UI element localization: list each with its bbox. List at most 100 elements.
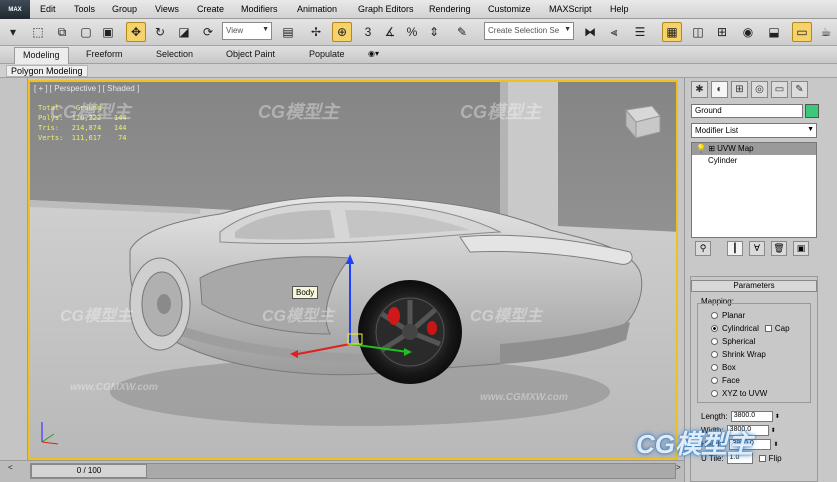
- menu-create[interactable]: Create: [197, 4, 224, 14]
- mirror-icon[interactable]: ⧓: [580, 22, 600, 42]
- parameters-rollout-header[interactable]: Parameters: [691, 280, 817, 292]
- tab-selection[interactable]: Selection: [156, 49, 193, 59]
- menu-maxscript[interactable]: MAXScript: [549, 4, 592, 14]
- edit-named-selection-icon[interactable]: ✎: [452, 22, 472, 42]
- stack-item-cylinder[interactable]: Cylinder: [692, 155, 816, 167]
- radio-shrink-wrap[interactable]: Shrink Wrap: [711, 350, 766, 359]
- polygon-modeling-panel[interactable]: Polygon Modeling: [6, 65, 88, 77]
- menu-customize[interactable]: Customize: [488, 4, 531, 14]
- viewport-label[interactable]: [ + ] [ Perspective ] [ Shaded ]: [34, 84, 139, 93]
- radio-button[interactable]: [711, 351, 718, 358]
- create-panel-icon[interactable]: ✱: [691, 81, 708, 98]
- percent-snap-icon[interactable]: %: [402, 22, 422, 42]
- lightbulb-icon[interactable]: 💡: [696, 144, 706, 153]
- app-logo[interactable]: MAX: [0, 0, 30, 19]
- length-input[interactable]: 3800.0: [730, 411, 773, 422]
- radio-box[interactable]: Box: [711, 363, 736, 372]
- radio-button[interactable]: [711, 312, 718, 319]
- utilities-panel-icon[interactable]: ✎: [791, 81, 808, 98]
- radio-button[interactable]: [711, 377, 718, 384]
- object-name-field[interactable]: Ground: [691, 104, 803, 118]
- radio-planar[interactable]: Planar: [711, 311, 745, 320]
- keyboard-shortcut-override-icon[interactable]: ⊕: [332, 22, 352, 42]
- object-color-swatch[interactable]: [805, 104, 819, 118]
- chevron-down-icon: ▼: [262, 26, 269, 33]
- radio-button[interactable]: [711, 338, 718, 345]
- radio-button[interactable]: [711, 364, 718, 371]
- menu-group[interactable]: Group: [112, 4, 137, 14]
- radio-button[interactable]: [711, 325, 718, 332]
- menu-views[interactable]: Views: [155, 4, 179, 14]
- radio-xyz-to-uvw[interactable]: XYZ to UVW: [711, 389, 767, 398]
- layer-manager-icon[interactable]: ☰: [630, 22, 650, 42]
- time-prev-icon[interactable]: <: [8, 463, 13, 472]
- time-slider-thumb[interactable]: 0 / 100: [31, 464, 147, 478]
- window-crossing-icon[interactable]: ▣: [98, 22, 118, 42]
- time-next-icon[interactable]: >: [676, 463, 681, 472]
- ribbon-options-icon[interactable]: ◉▾: [368, 49, 379, 58]
- select-manipulate-icon[interactable]: ✢: [306, 22, 326, 42]
- snap-3d-icon[interactable]: 3: [358, 22, 378, 42]
- pin-stack-icon[interactable]: ⚲: [695, 241, 711, 256]
- render-production-icon[interactable]: ☕: [816, 22, 836, 42]
- curve-editor-icon[interactable]: ◫: [688, 22, 708, 42]
- perspective-viewport[interactable]: [ + ] [ Perspective ] [ Shaded ] Total G…: [28, 80, 678, 460]
- rendered-frame-window-icon[interactable]: ▭: [792, 22, 812, 42]
- pivot-center-icon[interactable]: ▤: [278, 22, 298, 42]
- menu-help[interactable]: Help: [610, 4, 629, 14]
- select-place-icon[interactable]: ⟳: [198, 22, 218, 42]
- chevron-down-icon: ▼: [807, 126, 814, 133]
- tab-freeform[interactable]: Freeform: [86, 49, 123, 59]
- radio-button[interactable]: [711, 390, 718, 397]
- time-slider[interactable]: 0 / 100: [30, 463, 676, 479]
- tab-modeling[interactable]: Modeling: [14, 47, 69, 64]
- menu-rendering[interactable]: Rendering: [429, 4, 471, 14]
- radio-label: Cylindrical: [722, 324, 759, 333]
- modify-panel-icon[interactable]: ◐: [711, 81, 728, 98]
- named-selection-set-dropdown[interactable]: Create Selection Se ▼: [484, 22, 574, 40]
- rotate-icon[interactable]: ↻: [150, 22, 170, 42]
- material-editor-icon[interactable]: ◉: [738, 22, 758, 42]
- modifier-stack[interactable]: 💡 ⊞ UVW Map Cylinder: [691, 142, 817, 238]
- show-end-result-icon[interactable]: ┃: [727, 241, 743, 256]
- ribbon-panel: Polygon Modeling: [0, 64, 837, 78]
- modifier-list-dropdown[interactable]: Modifier List ▼: [691, 123, 817, 138]
- remove-modifier-icon[interactable]: 🗑: [771, 241, 787, 256]
- undo-dropdown-icon[interactable]: ▾: [4, 22, 22, 42]
- tab-object-paint[interactable]: Object Paint: [226, 49, 275, 59]
- select-link-icon[interactable]: ⬚: [28, 22, 48, 42]
- schematic-view-icon[interactable]: ⊞: [712, 22, 732, 42]
- menu-graph-editors[interactable]: Graph Editors: [358, 4, 414, 14]
- flip-checkbox[interactable]: [758, 455, 766, 462]
- select-region-icon[interactable]: ▢: [76, 22, 96, 42]
- radio-spherical[interactable]: Spherical: [711, 337, 755, 346]
- radio-cylindrical[interactable]: Cylindrical Cap: [711, 324, 790, 333]
- angle-snap-icon[interactable]: ∡: [380, 22, 400, 42]
- render-setup-icon[interactable]: ⬓: [764, 22, 784, 42]
- make-unique-icon[interactable]: ∀: [749, 241, 765, 256]
- hierarchy-panel-icon[interactable]: ⊞: [731, 81, 748, 98]
- expand-icon[interactable]: ⊞: [708, 144, 715, 153]
- menu-tools[interactable]: Tools: [74, 4, 95, 14]
- menu-animation[interactable]: Animation: [297, 4, 337, 14]
- cap-checkbox[interactable]: [764, 325, 772, 332]
- watermark: www.CGMXW.com: [480, 392, 568, 403]
- stack-item-uvw-map[interactable]: 💡 ⊞ UVW Map: [692, 143, 816, 155]
- unlink-icon[interactable]: ⧉: [52, 22, 72, 42]
- graphite-toggle-icon[interactable]: ▦: [662, 22, 682, 42]
- reference-coordinate-dropdown[interactable]: View ▼: [222, 22, 272, 40]
- scale-icon[interactable]: ◪: [174, 22, 194, 42]
- tab-populate[interactable]: Populate: [309, 49, 345, 59]
- configure-modifier-sets-icon[interactable]: ▣: [793, 241, 809, 256]
- spinner-arrows-icon[interactable]: ⬍: [771, 427, 776, 434]
- motion-panel-icon[interactable]: ◎: [751, 81, 768, 98]
- menu-modifiers[interactable]: Modifiers: [241, 4, 278, 14]
- spinner-snap-icon[interactable]: ⇕: [424, 22, 444, 42]
- radio-face[interactable]: Face: [711, 376, 740, 385]
- align-icon[interactable]: ⫷: [604, 22, 624, 42]
- display-panel-icon[interactable]: ▭: [771, 81, 788, 98]
- move-icon[interactable]: ✥: [126, 22, 146, 42]
- spinner-arrows-icon[interactable]: ⬍: [773, 441, 778, 448]
- menu-edit[interactable]: Edit: [40, 4, 56, 14]
- spinner-arrows-icon[interactable]: ⬍: [775, 413, 780, 420]
